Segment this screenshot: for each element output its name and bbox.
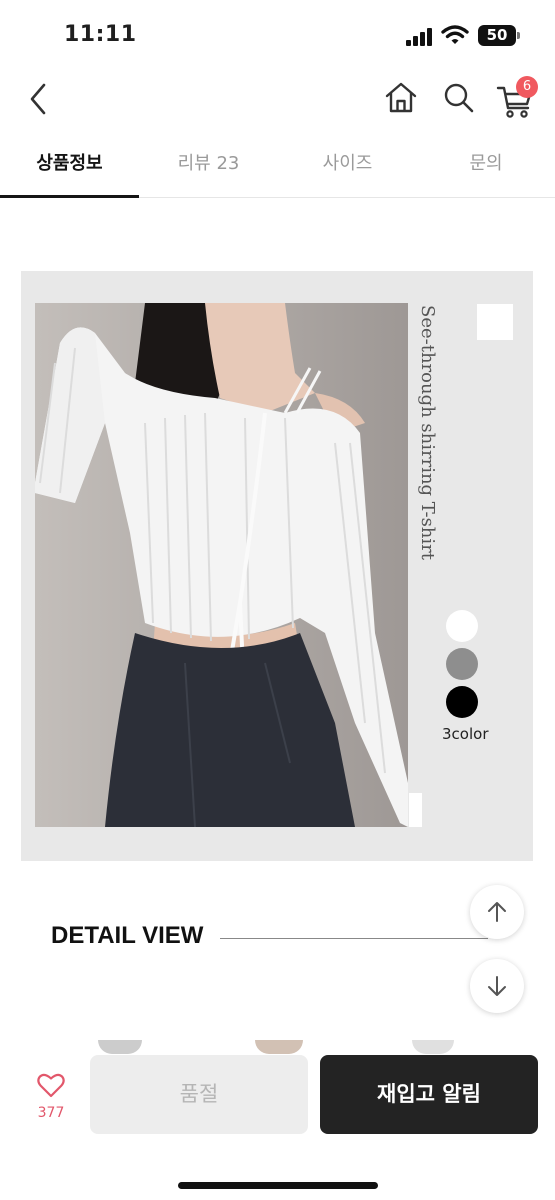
battery-nub (517, 32, 520, 39)
model-illustration (35, 303, 408, 827)
home-indicator (178, 1182, 378, 1189)
content-peek (412, 1040, 454, 1054)
color-count-label: 3color (442, 725, 489, 743)
product-tabs: 상품정보 리뷰 23 사이즈 문의 (0, 135, 555, 198)
product-detail-image: See-through shirring T-shirt 3color (21, 271, 533, 861)
scroll-top-button[interactable] (470, 885, 524, 939)
cart-count-badge: 6 (516, 76, 538, 98)
soldout-button[interactable]: 품절 (90, 1055, 308, 1134)
tab-size[interactable]: 사이즈 (278, 135, 417, 198)
status-time: 11:11 (64, 22, 137, 47)
app-header: 6 (0, 70, 555, 130)
back-chevron-icon (30, 83, 46, 115)
battery-indicator: 50 (478, 25, 516, 46)
content-peek (98, 1040, 142, 1054)
decorative-square (477, 304, 513, 340)
detail-view-heading: DETAIL VIEW (51, 922, 204, 949)
purchase-bar: 377 품절 재입고 알림 (0, 1040, 555, 1200)
like-button[interactable]: 377 (26, 1070, 76, 1132)
scroll-bottom-button[interactable] (470, 959, 524, 1013)
arrow-up-icon (488, 902, 506, 922)
cellular-signal-icon (406, 28, 434, 46)
content-peek (255, 1040, 303, 1054)
divider (220, 938, 488, 939)
color-swatch-white (446, 610, 478, 642)
wifi-icon (441, 25, 469, 44)
active-tab-indicator (0, 195, 139, 198)
product-photo (35, 303, 408, 827)
cart-button[interactable]: 6 (496, 76, 542, 118)
search-icon (444, 83, 474, 113)
back-button[interactable] (22, 80, 58, 118)
product-caption: See-through shirring T-shirt (417, 305, 438, 560)
home-icon (385, 82, 417, 113)
status-bar: 11:11 50 (0, 0, 555, 70)
tab-reviews[interactable]: 리뷰 23 (139, 135, 278, 198)
tab-inquiry[interactable]: 문의 (417, 135, 555, 198)
arrow-down-icon (488, 976, 506, 996)
like-count: 377 (37, 1105, 65, 1121)
decorative-bar (409, 793, 422, 827)
home-button[interactable] (383, 80, 419, 116)
tab-product-info[interactable]: 상품정보 (0, 135, 139, 198)
color-swatch-black (446, 686, 478, 718)
heart-icon (37, 1073, 65, 1098)
search-button[interactable] (442, 80, 476, 116)
color-swatch-gray (446, 648, 478, 680)
restock-alert-button[interactable]: 재입고 알림 (320, 1055, 538, 1134)
